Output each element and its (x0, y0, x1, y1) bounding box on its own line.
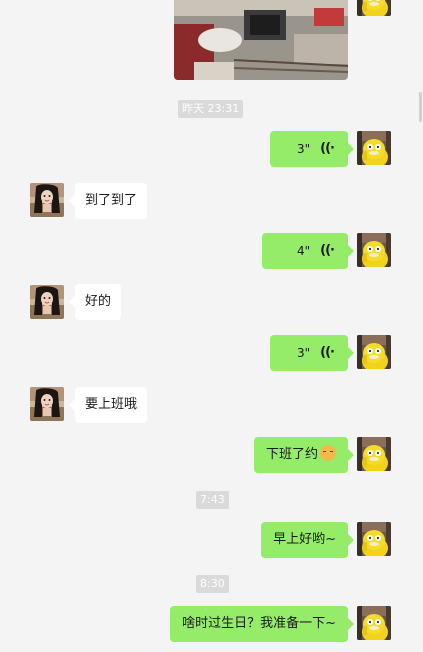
message-text: 早上好哟~ (273, 532, 336, 547)
avatar-self[interactable] (357, 606, 391, 640)
text-message-bubble[interactable]: 要上班哦 (68, 387, 148, 423)
voice-message-bubble[interactable]: 3" ((· (270, 131, 354, 167)
voice-duration: 4" (297, 244, 311, 258)
message-text: 要上班哦 (85, 397, 138, 412)
avatar-contact[interactable] (30, 285, 64, 319)
voice-message-bubble[interactable]: 3" ((· (270, 335, 354, 371)
text-message-bubble[interactable]: 好的 (68, 284, 122, 320)
avatar-self[interactable] (357, 0, 391, 16)
avatar-self[interactable] (357, 522, 391, 556)
avatar-self[interactable] (357, 131, 391, 165)
scrollbar-track[interactable] (419, 0, 423, 652)
voice-wave-icon: ((· (320, 243, 335, 258)
voice-message-bubble[interactable]: 4" ((· (262, 233, 354, 269)
photo-image (174, 0, 348, 80)
text-message-bubble[interactable]: 到了到了 (68, 183, 148, 219)
voice-duration: 3" (297, 142, 311, 156)
voice-wave-icon: ((· (320, 141, 335, 156)
voice-duration: 3" (297, 346, 311, 360)
message-text: 到了到了 (85, 193, 138, 208)
avatar-self[interactable] (357, 335, 391, 369)
timestamp: 8:30 (196, 575, 229, 593)
voice-wave-icon: ((· (320, 345, 335, 360)
blushing-face-emoji (320, 445, 336, 461)
message-text: 下班了约 (265, 447, 318, 462)
text-message-bubble[interactable]: 早上好哟~ (261, 522, 354, 558)
timestamp: 昨天 23:31 (178, 100, 244, 118)
avatar-self[interactable] (357, 233, 391, 267)
avatar-contact[interactable] (30, 183, 64, 217)
scrollbar-thumb[interactable] (419, 92, 422, 122)
avatar-self[interactable] (357, 437, 391, 471)
text-message-bubble[interactable]: 啥时过生日？我准备一下~ (170, 606, 354, 642)
timestamp: 7:43 (196, 491, 229, 509)
message-text: 好的 (85, 294, 112, 309)
photo-message[interactable] (174, 0, 348, 80)
avatar-contact[interactable] (30, 387, 64, 421)
message-text: 啥时过生日？我准备一下~ (182, 616, 336, 631)
text-message-bubble[interactable]: 下班了约 (253, 437, 355, 473)
